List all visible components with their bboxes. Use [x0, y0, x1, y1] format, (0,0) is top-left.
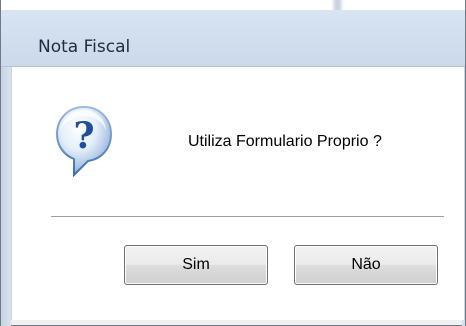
window-title: Nota Fiscal — [38, 37, 131, 57]
dialog-content: ? Utiliza Formulario Proprio ? Sim Não — [11, 67, 465, 320]
dialog-message: Utiliza Formulario Proprio ? — [188, 133, 382, 150]
dialog-window: Nota Fiscal ? Utiliza Formulario Proprio… — [0, 0, 466, 326]
window-frame-top — [1, 0, 465, 10]
divider — [51, 216, 444, 217]
question-icon: ? — [55, 105, 113, 178]
no-button[interactable]: Não — [294, 245, 438, 285]
svg-text:?: ? — [73, 115, 94, 157]
window-frame-left — [1, 67, 11, 326]
title-bar[interactable]: Nota Fiscal — [1, 0, 465, 67]
yes-button[interactable]: Sim — [124, 245, 268, 285]
